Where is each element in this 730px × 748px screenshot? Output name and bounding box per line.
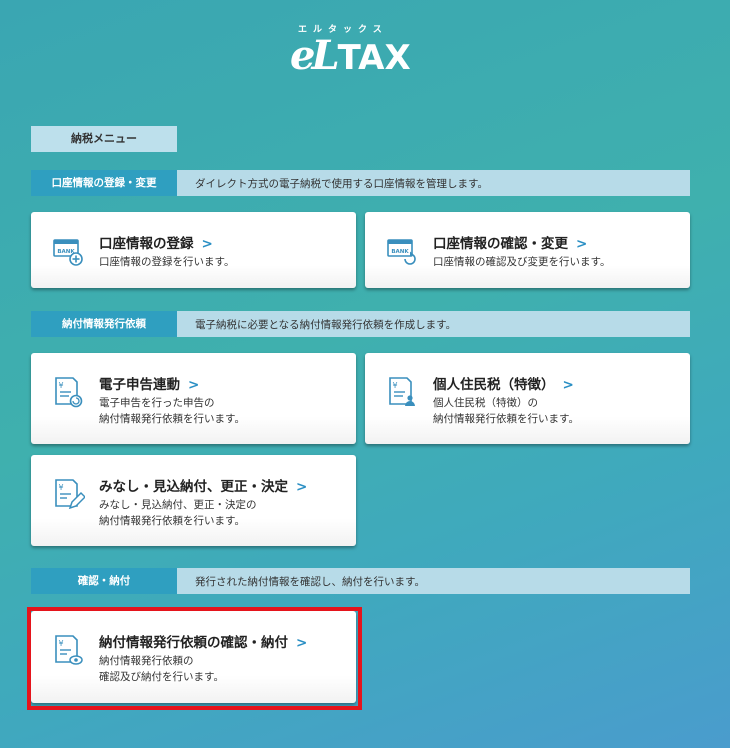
svg-text:¥: ¥ xyxy=(58,483,63,492)
chevron-right-icon: > xyxy=(296,635,308,651)
account-confirm-card[interactable]: BANK 口座情報の確認・変更 > 口座情報の確認及び変更を行います。 xyxy=(365,212,690,288)
section-tag: 確認・納付 xyxy=(31,568,177,594)
card-desc: 個人住民税（特徴）の 納付情報発行依頼を行います。 xyxy=(433,397,579,425)
card-title: 口座情報の確認・変更 > xyxy=(433,236,588,252)
logo-l: L xyxy=(311,32,339,79)
section-account-info: 口座情報の登録・変更 ダイレクト方式の電子納税で使用する口座情報を管理します。 xyxy=(31,170,690,196)
svg-text:¥: ¥ xyxy=(58,381,63,390)
svg-text:¥: ¥ xyxy=(392,381,397,390)
logo-tax: TAX xyxy=(337,38,411,78)
e-filing-link-card[interactable]: ¥ 電子申告連動 > 電子申告を行った申告の 納付情報発行依頼を行います。 xyxy=(31,353,356,444)
chevron-right-icon: > xyxy=(562,377,574,393)
section-tag: 納付情報発行依頼 xyxy=(31,311,177,337)
section-desc: 電子納税に必要となる納付情報発行依頼を作成します。 xyxy=(195,318,457,331)
bank-add-icon: BANK xyxy=(53,239,83,266)
svg-text:BANK: BANK xyxy=(391,249,409,255)
bank-refresh-icon: BANK xyxy=(387,239,416,265)
section-desc: 発行された納付情報を確認し、納付を行います。 xyxy=(195,575,425,588)
chevron-right-icon: > xyxy=(201,236,213,252)
document-refresh-icon: ¥ xyxy=(55,377,83,408)
resident-tax-card[interactable]: ¥ 個人住民税（特徴） > 個人住民税（特徴）の 納付情報発行依頼を行います。 xyxy=(365,353,690,444)
deemed-payment-card[interactable]: ¥ みなし・見込納付、更正・決定 > みなし・見込納付、更正・決定の 納付情報発行依… xyxy=(31,455,356,546)
card-desc: 口座情報の登録を行います。 xyxy=(99,256,235,268)
card-title: 口座情報の登録 > xyxy=(99,236,213,252)
card-desc: 口座情報の確認及び変更を行います。 xyxy=(433,256,611,268)
section-tag: 口座情報の登録・変更 xyxy=(31,170,177,196)
svg-text:¥: ¥ xyxy=(58,639,63,648)
chevron-right-icon: > xyxy=(296,479,308,495)
card-title: みなし・見込納付、更正・決定 > xyxy=(99,479,308,495)
card-title: 納付情報発行依頼の確認・納付 > xyxy=(99,635,308,651)
logo-e: e xyxy=(290,32,316,79)
chevron-right-icon: > xyxy=(188,377,200,393)
account-register-card[interactable]: BANK 口座情報の登録 > 口座情報の登録を行います。 xyxy=(31,212,356,288)
section-payment-request: 納付情報発行依頼 電子納税に必要となる納付情報発行依頼を作成します。 xyxy=(31,311,690,337)
tax-payment-menu-label: 納税メニュー xyxy=(31,126,177,152)
section-confirm-pay: 確認・納付 発行された納付情報を確認し、納付を行います。 xyxy=(31,568,690,594)
document-person-icon: ¥ xyxy=(389,377,415,406)
eltax-logo: エルタックス eLTAX xyxy=(290,22,440,79)
logo-mark: eLTAX xyxy=(290,36,411,79)
section-desc: ダイレクト方式の電子納税で使用する口座情報を管理します。 xyxy=(195,177,488,190)
document-edit-icon: ¥ xyxy=(55,479,85,510)
confirm-and-pay-card[interactable]: ¥ 納付情報発行依頼の確認・納付 > 納付情報発行依頼の 確認及び納付を行います。 xyxy=(31,611,356,703)
card-desc: 電子申告を行った申告の 納付情報発行依頼を行います。 xyxy=(99,397,245,425)
chevron-right-icon: > xyxy=(576,236,588,252)
document-check-eye-icon: ¥ xyxy=(55,635,83,665)
card-title: 電子申告連動 > xyxy=(99,377,200,393)
card-title: 個人住民税（特徴） > xyxy=(433,377,574,393)
card-desc: 納付情報発行依頼の 確認及び納付を行います。 xyxy=(99,655,224,683)
card-desc: みなし・見込納付、更正・決定の 納付情報発行依頼を行います。 xyxy=(99,499,257,527)
